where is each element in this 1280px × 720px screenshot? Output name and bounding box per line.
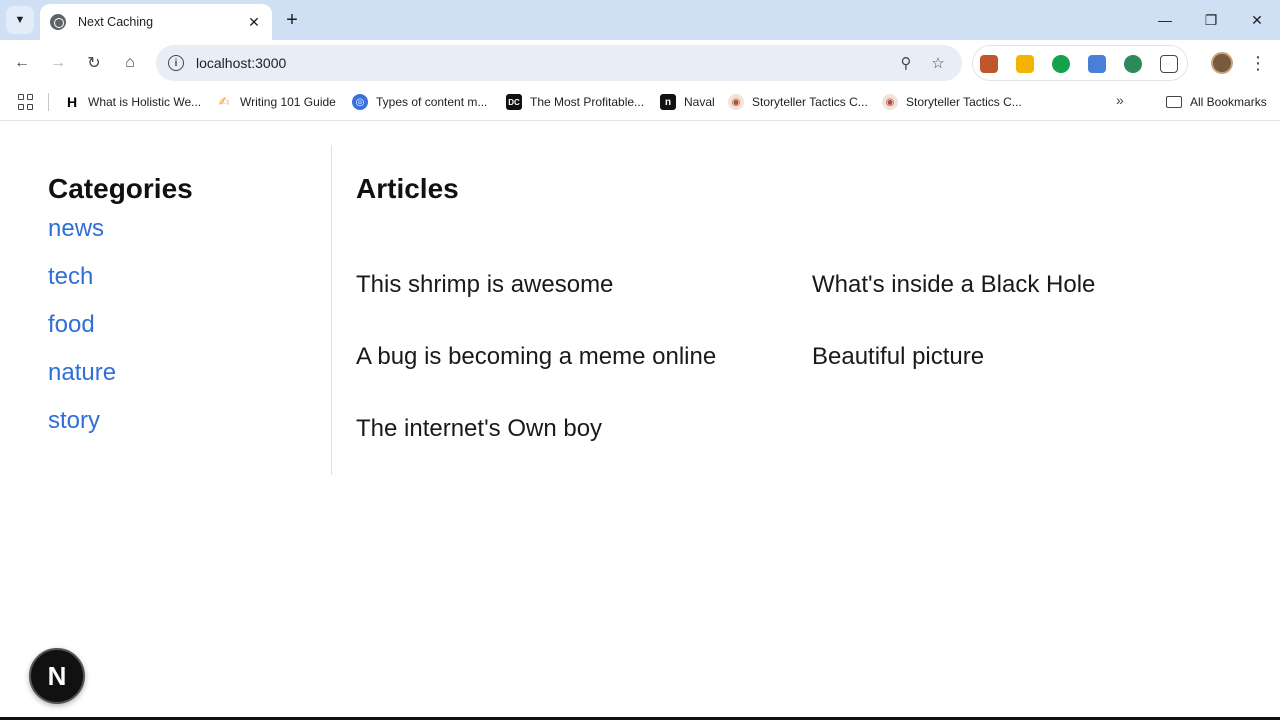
star-icon[interactable]: ☆ (926, 51, 950, 75)
category-link-story[interactable]: story (48, 407, 331, 435)
bookmark-label: Types of content m... (376, 95, 488, 109)
bookmark-favicon-icon: H (66, 94, 78, 110)
page-content: Categories news tech food nature story A… (0, 121, 1280, 720)
bookmark-favicon-icon: ◉ (882, 94, 898, 110)
bookmark-favicon-icon: DC (506, 94, 522, 110)
bookmark-item[interactable]: ✍ Writing 101 Guide (216, 91, 336, 113)
articles-section: Articles This shrimp is awesome What's i… (356, 145, 1236, 443)
bookmark-label: What is Holistic We... (88, 95, 202, 109)
restore-button[interactable]: ❐ (1188, 6, 1234, 34)
new-tab-button[interactable]: + (280, 8, 304, 32)
nextjs-devtools-button[interactable]: N (29, 648, 85, 704)
article-item[interactable]: A bug is becoming a meme online (356, 343, 812, 371)
reload-icon: ↻ (87, 55, 101, 72)
bookmarks-divider (48, 93, 49, 111)
article-item[interactable]: The internet's Own boy (356, 415, 812, 443)
nextjs-logo-icon: N (47, 660, 67, 691)
apps-grid-icon[interactable] (18, 94, 34, 110)
bookmark-label: Storyteller Tactics C... (906, 95, 1022, 109)
toolbar: ← → ↻ ⌂ i localhost:3000 ⚲ ☆ ⋮ (0, 40, 1280, 86)
bookmark-favicon-icon: ◉ (728, 94, 744, 110)
extension-4-icon[interactable] (1088, 55, 1106, 73)
bookmark-label: The Most Profitable... (530, 95, 645, 109)
extension-2-icon[interactable] (1016, 55, 1034, 73)
articles-title: Articles (356, 173, 459, 204)
tab-title: Next Caching (78, 15, 154, 29)
bookmark-favicon-icon: ✍ (218, 94, 230, 109)
bookmark-item[interactable]: ◉ Storyteller Tactics C... (882, 91, 1022, 113)
puzzle-icon[interactable] (1160, 55, 1178, 73)
category-link-tech[interactable]: tech (48, 263, 331, 291)
arrow-left-icon: ← (14, 54, 30, 71)
bookmark-item[interactable]: ◎ Types of content m... (352, 91, 487, 113)
bookmark-label: Writing 101 Guide (240, 95, 336, 109)
address-bar[interactable]: i localhost:3000 ⚲ ☆ (156, 45, 962, 81)
bookmark-label: Naval (684, 95, 715, 109)
bookmarks-overflow-icon[interactable]: » (1116, 92, 1124, 108)
categories-title: Categories (48, 173, 193, 204)
category-link-nature[interactable]: nature (48, 359, 331, 387)
chevron-down-icon: ▼ (14, 14, 26, 26)
bookmark-item[interactable]: n Naval (660, 91, 715, 113)
article-item[interactable]: What's inside a Black Hole (812, 271, 1236, 299)
category-link-food[interactable]: food (48, 311, 331, 339)
articles-grid: This shrimp is awesome What's inside a B… (356, 271, 1236, 443)
home-icon: ⌂ (125, 54, 135, 71)
tab-search-button[interactable]: ▼ (6, 6, 34, 34)
site-info-icon[interactable]: i (168, 55, 184, 71)
article-item[interactable]: Beautiful picture (812, 343, 1236, 371)
extension-5-icon[interactable] (1124, 55, 1142, 73)
article-item[interactable]: This shrimp is awesome (356, 271, 812, 299)
zoom-icon[interactable]: ⚲ (894, 51, 918, 75)
tab-strip: ▼ Next Caching ✕ + — ❐ ✕ (0, 0, 1280, 40)
arrow-right-icon: → (50, 54, 66, 71)
bookmark-label: Storyteller Tactics C... (752, 95, 868, 109)
extension-1-icon[interactable] (980, 55, 998, 73)
categories-sidebar: Categories news tech food nature story (48, 145, 332, 475)
browser-chrome: ▼ Next Caching ✕ + — ❐ ✕ ← → ↻ ⌂ i local… (0, 0, 1280, 121)
bookmark-item[interactable]: H What is Holistic We... (64, 91, 201, 113)
avatar[interactable] (1211, 52, 1233, 74)
minimize-button[interactable]: — (1142, 6, 1188, 34)
bookmarks-bar: H What is Holistic We... ✍ Writing 101 G… (0, 86, 1280, 121)
tab-active[interactable]: Next Caching ✕ (40, 4, 272, 40)
reload-button[interactable]: ↻ (80, 49, 108, 77)
bookmark-favicon-icon: n (660, 94, 676, 110)
bookmark-item[interactable]: DC The Most Profitable... (506, 91, 644, 113)
close-window-button[interactable]: ✕ (1234, 6, 1280, 34)
menu-dots-icon[interactable]: ⋮ (1248, 49, 1268, 77)
category-link-news[interactable]: news (48, 215, 331, 243)
back-button[interactable]: ← (8, 49, 36, 77)
extensions-group (972, 45, 1188, 81)
url-text[interactable]: localhost:3000 (196, 55, 886, 71)
bookmark-item[interactable]: ◉ Storyteller Tactics C... (728, 91, 868, 113)
close-tab-icon[interactable]: ✕ (246, 14, 262, 31)
folder-icon (1166, 96, 1182, 108)
home-button[interactable]: ⌂ (116, 49, 144, 77)
globe-icon (50, 14, 66, 30)
grammarly-icon[interactable] (1052, 55, 1070, 73)
bookmark-favicon-icon: ◎ (352, 94, 368, 110)
all-bookmarks-button[interactable]: All Bookmarks (1166, 91, 1267, 113)
all-bookmarks-label: All Bookmarks (1190, 95, 1267, 109)
forward-button[interactable]: → (44, 49, 72, 77)
